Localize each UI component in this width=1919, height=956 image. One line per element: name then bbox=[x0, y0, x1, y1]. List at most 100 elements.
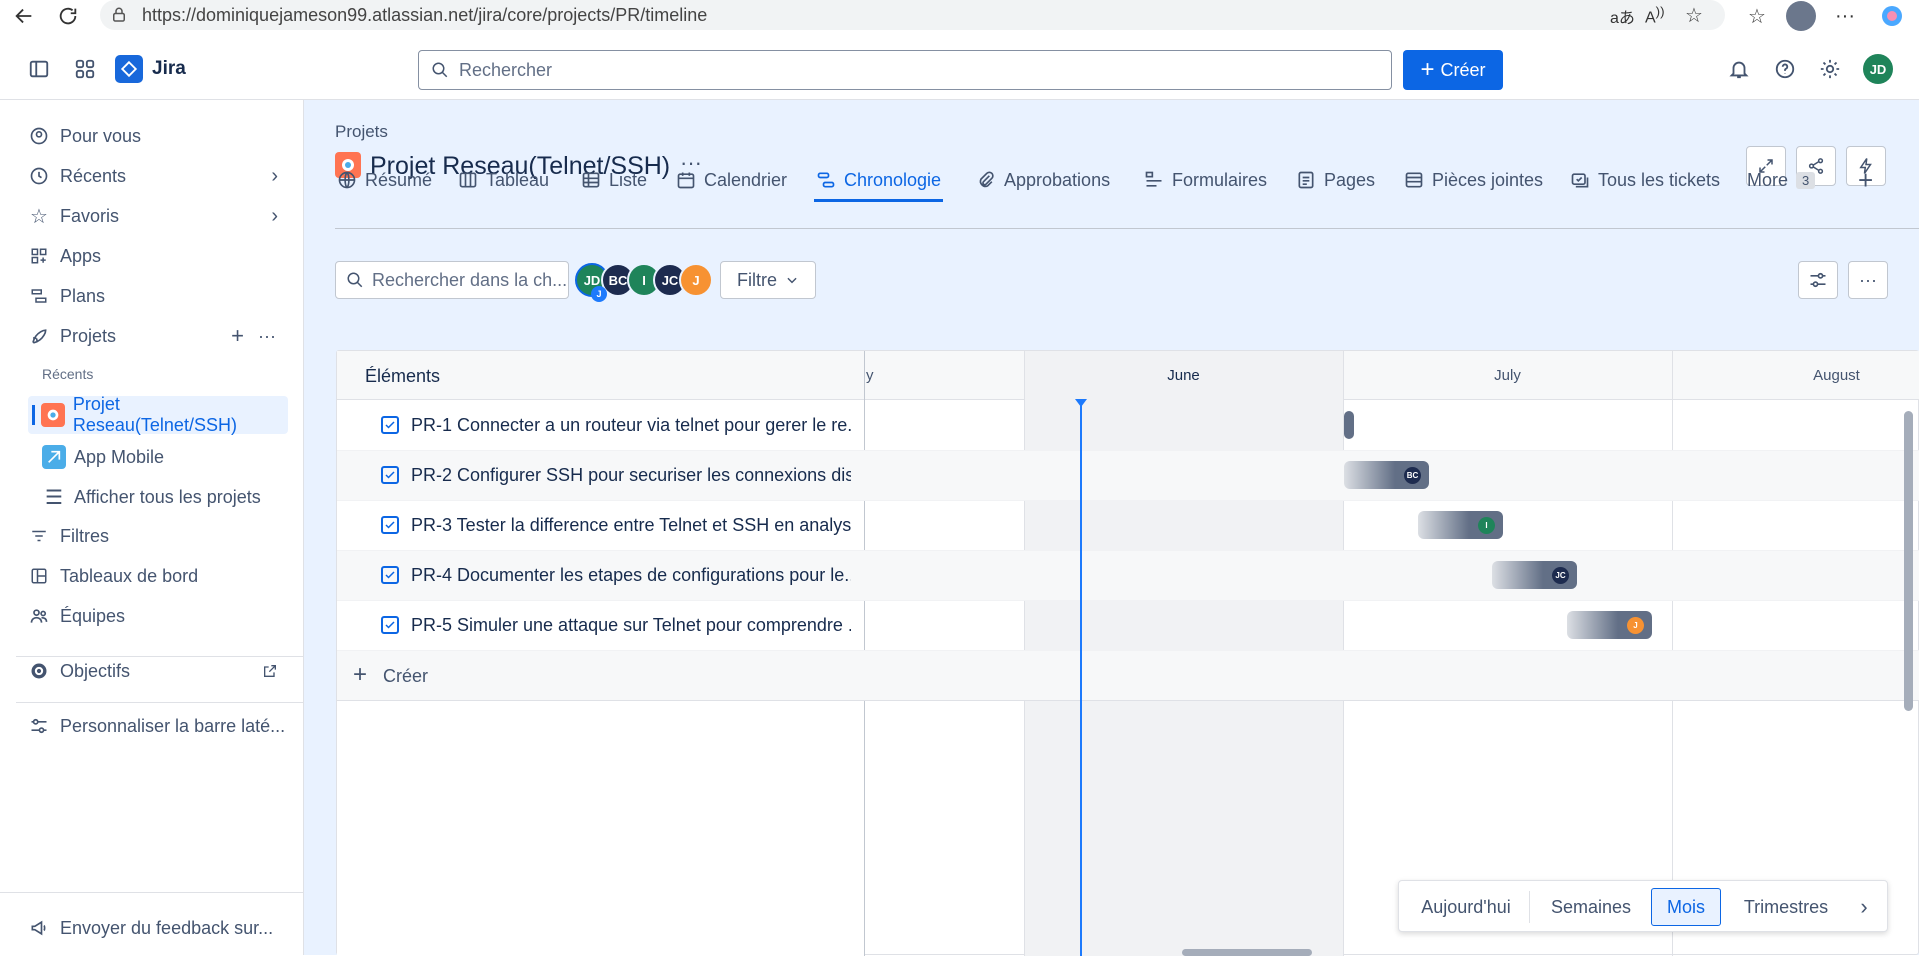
profile-avatar[interactable] bbox=[1786, 1, 1816, 31]
sidebar-toggle-icon[interactable] bbox=[28, 58, 50, 80]
timeline-search-input[interactable]: Rechercher dans la ch... bbox=[335, 261, 569, 299]
sidebar-item-label: Favoris bbox=[60, 205, 120, 226]
avatar-badge: J bbox=[591, 286, 607, 302]
vertical-scrollbar[interactable] bbox=[1904, 411, 1913, 711]
tab-forms[interactable]: Formulaires bbox=[1144, 160, 1267, 200]
help-icon[interactable] bbox=[1774, 58, 1796, 80]
create-row[interactable]: + Créer bbox=[337, 651, 1919, 701]
tab-approvals[interactable]: Approbations bbox=[976, 160, 1110, 200]
sidebar-item-label: Filtres bbox=[60, 525, 109, 546]
browser-toolbar: https://dominiquejameson99.atlassian.net… bbox=[0, 0, 1919, 32]
tab-timeline[interactable]: Chronologie bbox=[814, 160, 944, 202]
tab-summary[interactable]: Résumé bbox=[337, 160, 432, 200]
plans-icon bbox=[28, 285, 50, 307]
add-project-icon[interactable]: + bbox=[231, 323, 244, 349]
app-switcher-icon[interactable] bbox=[74, 58, 96, 80]
gantt-bar[interactable]: J bbox=[1567, 611, 1652, 639]
sidebar-item-dashboards[interactable]: Tableaux de bord bbox=[28, 558, 198, 594]
sidebar-item-filters[interactable]: Filtres bbox=[28, 518, 109, 554]
sidebar-project-app-mobile[interactable]: App Mobile bbox=[42, 438, 164, 476]
gantt-bar[interactable]: JC bbox=[1492, 561, 1577, 589]
sidebar-item-favorites[interactable]: ☆ Favoris › bbox=[28, 198, 278, 234]
quarters-button[interactable]: Trimestres bbox=[1729, 888, 1843, 926]
tab-list[interactable]: Liste bbox=[581, 160, 647, 200]
more-icon[interactable]: ··· bbox=[258, 326, 276, 347]
tab-label: More bbox=[1747, 169, 1789, 190]
jira-logo[interactable] bbox=[115, 55, 143, 83]
tab-more[interactable]: More 3 bbox=[1747, 160, 1816, 200]
gantt-bar[interactable]: I bbox=[1418, 511, 1503, 539]
top-navigation: Jira Rechercher + Créer JD bbox=[0, 38, 1919, 100]
more-actions-button[interactable]: ··· bbox=[1848, 261, 1888, 299]
tab-calendar[interactable]: Calendrier bbox=[676, 160, 787, 200]
row-label[interactable]: PR-2 Configurer SSH pour securiser les c… bbox=[411, 465, 851, 486]
refresh-icon[interactable] bbox=[56, 4, 80, 28]
more-options-icon[interactable]: ··· bbox=[1833, 4, 1857, 28]
sidebar-item-for-you[interactable]: Pour vous bbox=[28, 118, 141, 154]
sidebar-item-goals[interactable]: Objectifs bbox=[28, 653, 278, 689]
timeline-row[interactable]: PR-2 Configurer SSH pour securiser les c… bbox=[337, 451, 1919, 501]
notifications-icon[interactable] bbox=[1728, 58, 1750, 80]
filter-dropdown[interactable]: Filtre bbox=[720, 261, 816, 299]
avatar-initials: I bbox=[642, 272, 646, 288]
address-bar[interactable]: https://dominiquejameson99.atlassian.net… bbox=[100, 0, 1725, 30]
teams-icon bbox=[28, 605, 50, 627]
today-button[interactable]: Aujourd'hui bbox=[1409, 888, 1523, 926]
row-label[interactable]: PR-1 Connecter a un routeur via telnet p… bbox=[411, 415, 851, 436]
sidebar-item-recent[interactable]: Récents › bbox=[28, 158, 278, 194]
sidebar-item-projects[interactable]: Projets + ··· bbox=[28, 318, 282, 354]
global-search-input[interactable]: Rechercher bbox=[418, 50, 1392, 90]
sidebar-item-customize[interactable]: Personnaliser la barre laté... bbox=[28, 708, 285, 744]
view-settings-button[interactable] bbox=[1798, 261, 1838, 299]
site-info-icon[interactable] bbox=[110, 6, 128, 24]
filter-icon bbox=[28, 525, 50, 547]
zoom-label: Mois bbox=[1666, 896, 1705, 917]
timeline-grid: Éléments y June July August PR-1 Connect… bbox=[336, 350, 1919, 956]
timeline-row[interactable]: PR-3 Tester la difference entre Telnet e… bbox=[337, 501, 1919, 551]
gantt-bar[interactable] bbox=[1344, 411, 1354, 439]
megaphone-icon bbox=[28, 917, 50, 939]
favorite-star-icon[interactable]: ☆ bbox=[1685, 3, 1703, 28]
gantt-bar[interactable]: BC bbox=[1344, 461, 1429, 489]
timeline-row[interactable]: PR-4 Documenter les etapes de configurat… bbox=[337, 551, 1919, 601]
weeks-button[interactable]: Semaines bbox=[1537, 888, 1645, 926]
chevron-right-icon[interactable]: › bbox=[271, 205, 278, 228]
user-avatar[interactable]: JD bbox=[1863, 54, 1893, 84]
tab-attachments[interactable]: Pièces jointes bbox=[1404, 160, 1543, 200]
list-icon: ☰ bbox=[45, 486, 63, 509]
project-avatar-icon bbox=[42, 445, 66, 469]
chevron-right-icon[interactable]: › bbox=[271, 165, 278, 188]
row-label[interactable]: PR-4 Documenter les etapes de configurat… bbox=[411, 565, 851, 586]
sidebar-item-label: Projets bbox=[60, 325, 117, 346]
copilot-icon[interactable] bbox=[1880, 4, 1904, 28]
months-button[interactable]: Mois bbox=[1651, 888, 1721, 926]
favorites-icon[interactable]: ☆ bbox=[1745, 4, 1769, 28]
tab-pages[interactable]: Pages bbox=[1296, 160, 1375, 200]
sidebar-item-plans[interactable]: Plans bbox=[28, 278, 105, 314]
timeline-row[interactable]: PR-1 Connecter a un routeur via telnet p… bbox=[337, 401, 1919, 451]
read-aloud-icon[interactable]: A)) bbox=[1645, 4, 1665, 27]
translate-icon[interactable]: aあ bbox=[1610, 4, 1635, 28]
external-link-icon[interactable] bbox=[262, 663, 278, 679]
avatar-filter-j[interactable]: J bbox=[679, 263, 713, 297]
row-label[interactable]: PR-3 Tester la difference entre Telnet e… bbox=[411, 515, 851, 536]
create-button[interactable]: + Créer bbox=[1403, 50, 1503, 90]
back-icon[interactable] bbox=[12, 4, 36, 28]
timeline-row[interactable]: PR-5 Simuler une attaque sur Telnet pour… bbox=[337, 601, 1919, 651]
sidebar-item-teams[interactable]: Équipes bbox=[28, 598, 125, 634]
add-tab-icon[interactable]: + bbox=[1858, 160, 1873, 200]
row-label[interactable]: PR-5 Simuler une attaque sur Telnet pour… bbox=[411, 615, 851, 636]
app-name[interactable]: Jira bbox=[152, 58, 186, 80]
chevron-right-icon[interactable]: › bbox=[1847, 888, 1881, 926]
sidebar-project-active[interactable]: Projet Reseau(Telnet/SSH) bbox=[28, 394, 288, 435]
feedback-link[interactable]: Envoyer du feedback sur... bbox=[28, 910, 273, 946]
search-placeholder: Rechercher bbox=[459, 59, 553, 80]
tab-label: Liste bbox=[609, 169, 648, 190]
tab-all-tickets[interactable]: Tous les tickets bbox=[1570, 160, 1720, 200]
sidebar-view-all-projects[interactable]: ☰ Afficher tous les projets bbox=[42, 478, 261, 516]
search-icon bbox=[431, 61, 449, 79]
settings-gear-icon[interactable] bbox=[1819, 58, 1841, 80]
breadcrumb[interactable]: Projets bbox=[335, 122, 388, 142]
sidebar-item-apps[interactable]: Apps bbox=[28, 238, 101, 274]
tab-board[interactable]: Tableau bbox=[458, 160, 549, 200]
